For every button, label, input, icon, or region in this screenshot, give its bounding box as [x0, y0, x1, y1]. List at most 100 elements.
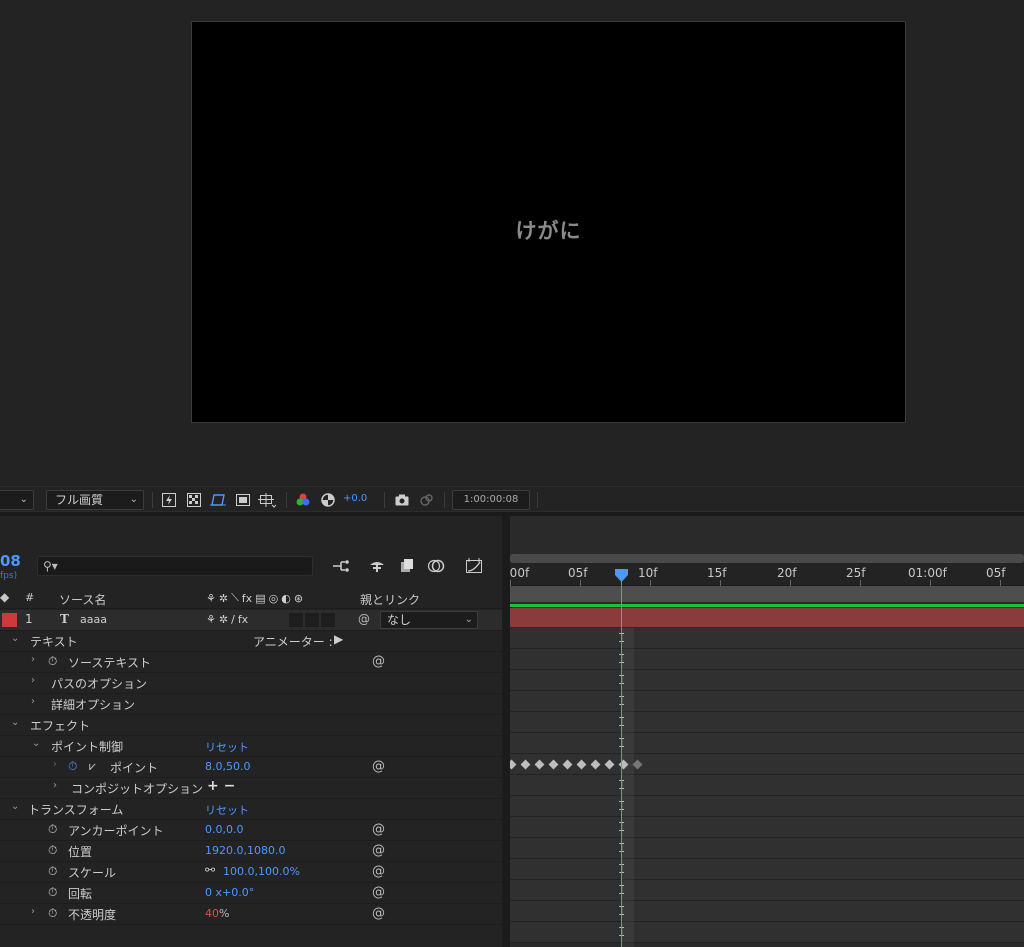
magnification-dropdown[interactable]: ⌄ — [0, 490, 34, 510]
point-value[interactable]: 8.0,50.0 — [205, 760, 250, 773]
keyframe-row[interactable] — [510, 880, 1024, 901]
property-row-effects[interactable]: ⌄ エフェクト — [0, 715, 502, 736]
expression-pickwhip-icon[interactable]: @ — [372, 759, 385, 774]
property-row-scale[interactable]: ⏱ スケール ⚯ 100.0,100.0% @ — [0, 862, 502, 883]
fx-switch-icon[interactable]: fx — [238, 613, 248, 626]
comp-mini-flowchart-icon[interactable] — [331, 557, 351, 575]
time-ruler[interactable]: 0:00f 05f 10f 15f 20f 25f 01:00f 05f — [510, 563, 1024, 586]
show-channel-icon[interactable] — [294, 491, 312, 509]
expression-pickwhip-icon[interactable]: @ — [372, 906, 385, 921]
current-time-display[interactable]: 08 — [0, 552, 21, 570]
keyframe-row[interactable] — [510, 922, 1024, 943]
grid-guide-options-icon[interactable] — [258, 491, 276, 509]
show-snapshot-icon[interactable] — [417, 491, 435, 509]
graph-editor-icon[interactable] — [464, 557, 484, 575]
reset-button[interactable]: リセット — [205, 739, 249, 755]
rotation-value[interactable]: 0 x+0.0° — [205, 886, 254, 899]
camera-icon[interactable] — [393, 491, 411, 509]
property-row-anchor-point[interactable]: ⏱ アンカーポイント 0.0,0.0 @ — [0, 820, 502, 841]
keyframe-row[interactable] — [510, 901, 1024, 922]
property-row-position[interactable]: ⏱ 位置 1920.0,1080.0 @ — [0, 841, 502, 862]
expression-pickwhip-icon[interactable]: @ — [372, 885, 385, 900]
quality-switch-icon[interactable]: / — [231, 613, 235, 626]
scale-value[interactable]: 100.0,100.0% — [223, 865, 300, 878]
reset-button[interactable]: リセット — [205, 802, 249, 818]
property-row-opacity[interactable]: › ⏱ 不透明度 40 % @ — [0, 904, 502, 925]
keyframe-row[interactable] — [510, 775, 1024, 796]
animator-play-icon[interactable]: ▶︎ — [334, 632, 343, 646]
keyframe-row[interactable] — [510, 628, 1024, 649]
frame-blend-switch[interactable] — [289, 613, 303, 627]
opacity-value[interactable]: 40 — [205, 907, 219, 920]
expand-arrow-icon[interactable]: › — [53, 780, 57, 791]
keyframe-row[interactable] — [510, 754, 1024, 775]
motion-blur-switch[interactable] — [305, 613, 319, 627]
timeline-graph[interactable]: 0:00f05f10f15f20f25f01:00f05f IIIIIIIIII… — [510, 516, 1024, 947]
composition-viewer[interactable]: けがに — [0, 0, 1024, 486]
collapse-switch-icon[interactable]: ✲ — [219, 613, 228, 626]
property-row-text[interactable]: ⌄ テキスト アニメーター : ▶︎ — [0, 631, 502, 652]
adjustment-switch[interactable] — [321, 613, 335, 627]
expression-pickwhip-icon[interactable]: @ — [372, 822, 385, 837]
property-row-rotation[interactable]: ⏱ 回転 0 x+0.0° @ — [0, 883, 502, 904]
region-of-interest-icon[interactable] — [234, 491, 252, 509]
layer-search-input[interactable]: ⚲▾ — [37, 556, 313, 576]
column-number[interactable]: # — [25, 591, 34, 604]
keyframe-row[interactable] — [510, 817, 1024, 838]
stopwatch-icon[interactable]: ⏱ — [48, 906, 57, 921]
stopwatch-icon[interactable]: ⏱ — [48, 654, 57, 669]
work-area-bar[interactable] — [510, 586, 1024, 602]
expand-arrow-icon[interactable]: › — [31, 654, 35, 665]
property-row-transform[interactable]: ⌄ トランスフォーム リセット — [0, 799, 502, 820]
property-row-point[interactable]: › ⏱ ⩗ ポイント 8.0,50.0 @ — [0, 757, 502, 778]
keyframe-row[interactable] — [510, 796, 1024, 817]
expression-pickwhip-icon[interactable]: @ — [372, 654, 385, 669]
layer-duration-bar[interactable] — [510, 608, 1024, 627]
panel-splitter[interactable] — [502, 516, 510, 947]
mask-path-visibility-icon[interactable] — [209, 491, 227, 509]
shy-layers-icon[interactable] — [367, 557, 387, 575]
stopwatch-icon[interactable]: ⏱ — [48, 885, 57, 900]
property-row-point-control[interactable]: ⌄ ポイント制御 リセット — [0, 736, 502, 757]
add-remove-buttons[interactable]: + − — [207, 778, 235, 794]
property-row-more-options[interactable]: › 詳細オプション — [0, 694, 502, 715]
graph-icon[interactable]: ⩗ — [89, 759, 96, 774]
stopwatch-icon[interactable]: ⏱ — [48, 822, 57, 837]
keyframe-row[interactable] — [510, 733, 1024, 754]
keyframe-row[interactable] — [510, 838, 1024, 859]
keyframe-row[interactable] — [510, 859, 1024, 880]
composition-canvas[interactable]: けがに — [191, 21, 906, 423]
playhead-line[interactable] — [621, 576, 622, 947]
shy-switch-icon[interactable]: ⚘ — [206, 613, 216, 626]
fast-previews-icon[interactable] — [160, 491, 178, 509]
position-value[interactable]: 1920.0,1080.0 — [205, 844, 285, 857]
property-row-path-options[interactable]: › パスのオプション — [0, 673, 502, 694]
stopwatch-icon[interactable]: ⏱ — [48, 843, 57, 858]
composition-text[interactable]: けがに — [192, 215, 905, 245]
frame-blending-icon[interactable] — [397, 557, 417, 575]
parent-dropdown[interactable]: なし ⌄ — [380, 611, 478, 629]
motion-blur-icon[interactable] — [426, 557, 446, 575]
transparency-grid-icon[interactable] — [185, 491, 203, 509]
time-navigator[interactable] — [510, 554, 1024, 563]
current-time-field[interactable]: 1:00:00:08 — [452, 490, 530, 510]
expand-arrow-icon[interactable]: › — [31, 675, 35, 686]
stopwatch-icon[interactable]: ⏱ — [48, 864, 57, 879]
keyframe-row[interactable] — [510, 670, 1024, 691]
expression-pickwhip-icon[interactable]: @ — [372, 843, 385, 858]
layer-name[interactable]: aaaa — [80, 613, 107, 626]
keyframe-row[interactable] — [510, 691, 1024, 712]
playhead-handle-icon[interactable] — [615, 569, 628, 582]
column-source-name[interactable]: ソース名 — [59, 591, 106, 608]
column-parent-link[interactable]: 親とリンク — [360, 591, 420, 608]
expand-arrow-icon[interactable]: › — [31, 696, 35, 707]
expand-arrow-icon[interactable]: › — [31, 906, 35, 917]
reset-exposure-icon[interactable] — [319, 491, 337, 509]
layer-label-color[interactable] — [2, 613, 17, 627]
resolution-dropdown[interactable]: フル画質 ⌄ — [46, 490, 144, 510]
layer-row[interactable]: 1 T aaaa ⚘ ✲ / fx @ なし ⌄ — [0, 610, 502, 631]
expand-arrow-icon[interactable]: ⌄ — [11, 717, 19, 728]
pick-whip-icon[interactable]: @ — [358, 612, 370, 626]
expand-arrow-icon[interactable]: ⌄ — [11, 633, 19, 644]
label-tag-icon[interactable]: ◆ — [0, 590, 9, 604]
